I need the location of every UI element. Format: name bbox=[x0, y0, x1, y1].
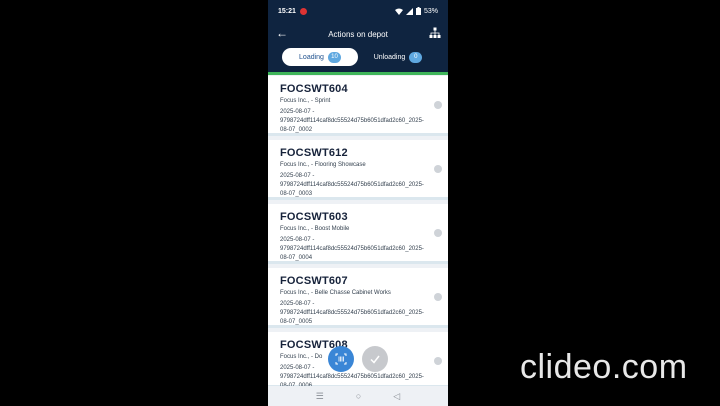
tab-unloading-count: 0 bbox=[409, 51, 423, 63]
item-radio[interactable] bbox=[434, 357, 442, 365]
notification-icon bbox=[299, 7, 307, 15]
list-item[interactable]: FOCSWT612 Focus Inc., - Flooring Showcas… bbox=[268, 140, 448, 200]
status-right: 53% bbox=[394, 7, 438, 15]
app-bar: ← Actions on depot bbox=[268, 22, 448, 46]
system-nav-bar: ☰ ○ ◁ bbox=[268, 386, 448, 406]
tab-loading[interactable]: Loading 10 bbox=[282, 48, 358, 66]
page-title: Actions on depot bbox=[328, 29, 388, 39]
item-reference: 2025-08-07 - 9798724dff114caf8dc55524d75… bbox=[280, 301, 424, 325]
item-code: FOCSWT603 bbox=[280, 211, 348, 223]
phone-screen: 15:21 53% ← Actions on depot Loading 10 … bbox=[268, 0, 448, 406]
list-item[interactable]: FOCSWT607 Focus Inc., - Belle Chasse Cab… bbox=[268, 268, 448, 328]
item-client: Focus Inc., - Sprint bbox=[280, 98, 331, 104]
tab-unloading[interactable]: Unloading 0 bbox=[363, 48, 433, 66]
confirm-button[interactable] bbox=[362, 346, 388, 372]
signal-icon bbox=[405, 7, 413, 15]
recent-apps-icon[interactable]: ☰ bbox=[316, 391, 324, 402]
item-client: Focus Inc., - Do bbox=[280, 354, 323, 360]
tab-loading-label: Loading bbox=[299, 53, 324, 61]
item-radio[interactable] bbox=[434, 101, 442, 109]
barcode-scan-icon bbox=[335, 353, 347, 365]
item-client: Focus Inc., - Boost Mobile bbox=[280, 226, 350, 232]
item-code: FOCSWT604 bbox=[280, 83, 348, 95]
scan-button[interactable] bbox=[328, 346, 354, 372]
item-radio[interactable] bbox=[434, 229, 442, 237]
item-reference: 2025-08-07 - 9798724dff114caf8dc55524d75… bbox=[280, 109, 424, 133]
home-icon[interactable]: ○ bbox=[356, 391, 361, 401]
item-code: FOCSWT608 bbox=[280, 339, 348, 351]
wifi-icon bbox=[394, 8, 403, 15]
tab-loading-count: 10 bbox=[327, 51, 341, 63]
item-radio[interactable] bbox=[434, 165, 442, 173]
check-icon bbox=[370, 355, 380, 364]
item-client: Focus Inc., - Belle Chasse Cabinet Works bbox=[280, 290, 391, 296]
item-code: FOCSWT612 bbox=[280, 147, 348, 159]
list-item[interactable]: FOCSWT603 Focus Inc., - Boost Mobile 202… bbox=[268, 204, 448, 264]
list-item[interactable]: FOCSWT608 Focus Inc., - Do 2025-08-07 - … bbox=[268, 332, 448, 389]
back-arrow-icon[interactable]: ← bbox=[276, 27, 288, 39]
item-reference: 2025-08-07 - 9798724dff114caf8dc55524d75… bbox=[280, 173, 424, 197]
status-bar: 15:21 53% bbox=[268, 0, 448, 22]
item-reference: 2025-08-07 - 9798724dff114caf8dc55524d75… bbox=[280, 237, 424, 261]
tab-bar: Loading 10 Unloading 0 bbox=[268, 46, 448, 72]
battery-level: 53% bbox=[423, 7, 438, 15]
progress-strip bbox=[268, 72, 448, 75]
item-code: FOCSWT607 bbox=[280, 275, 348, 287]
status-time: 15:21 bbox=[278, 7, 296, 15]
tab-unloading-label: Unloading bbox=[373, 53, 406, 61]
list-item[interactable]: FOCSWT604 Focus Inc., - Sprint 2025-08-0… bbox=[268, 76, 448, 136]
battery-icon bbox=[415, 7, 421, 15]
back-nav-icon[interactable]: ◁ bbox=[393, 391, 400, 402]
item-client: Focus Inc., - Flooring Showcase bbox=[280, 162, 366, 168]
item-radio[interactable] bbox=[434, 293, 442, 301]
network-icon[interactable] bbox=[429, 27, 441, 39]
watermark: clideo.com bbox=[520, 348, 688, 386]
